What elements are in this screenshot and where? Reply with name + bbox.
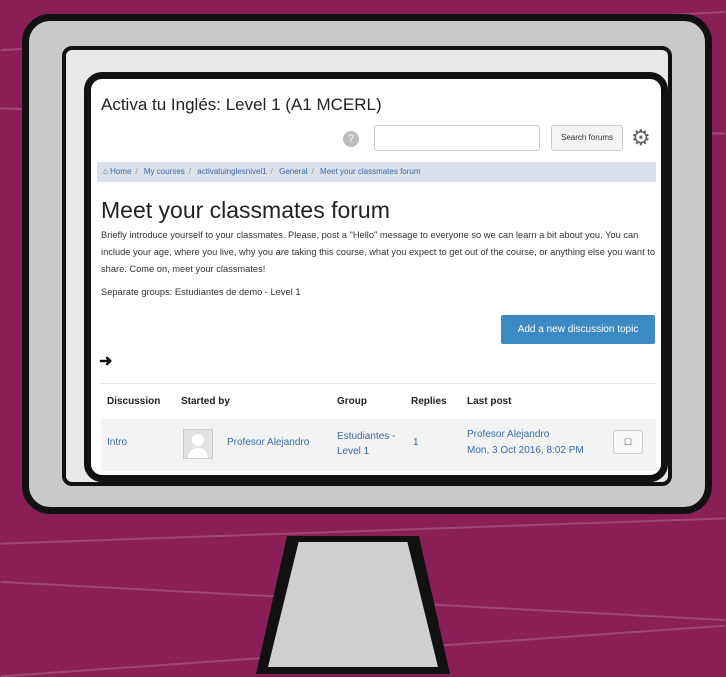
last-post-date[interactable]: Mon, 3 Oct 2016, 8:02 PM <box>467 445 584 456</box>
header-group[interactable]: Group <box>337 396 367 407</box>
header-started-by[interactable]: Started by <box>181 396 230 407</box>
breadcrumb: ⌂ Home / My courses / activatuinglesnivel1… <box>97 162 656 182</box>
breadcrumb-my-courses[interactable]: My courses <box>144 167 185 176</box>
breadcrumb-course[interactable]: activatuinglesnivel1 <box>197 167 266 176</box>
page-title: Meet your classmates forum <box>101 197 390 223</box>
avatar[interactable] <box>183 429 213 459</box>
header-discussion[interactable]: Discussion <box>107 396 160 407</box>
last-post-author[interactable]: Profesor Alejandro <box>467 429 549 440</box>
forum-intro: Briefly introduce yourself to your class… <box>101 230 656 274</box>
arrow-right-icon[interactable]: ➜ <box>99 351 112 371</box>
discussion-link[interactable]: Intro <box>107 437 127 448</box>
add-discussion-button[interactable]: Add a new discussion topic <box>501 315 655 344</box>
help-icon[interactable]: ? <box>343 131 359 147</box>
home-icon: ⌂ <box>103 167 108 176</box>
group-link[interactable]: Estudiantes - Level 1 <box>337 429 401 459</box>
search-input[interactable] <box>374 125 540 151</box>
breadcrumb-forum[interactable]: Meet your classmates forum <box>320 167 420 176</box>
breadcrumb-home[interactable]: Home <box>110 167 131 176</box>
breadcrumb-section[interactable]: General <box>279 167 307 176</box>
search-forums-button[interactable]: Search forums <box>551 125 623 151</box>
replies-count[interactable]: 1 <box>413 437 419 448</box>
table-header: Discussion Started by Group Replies Last… <box>101 383 656 421</box>
subscribe-toggle-icon[interactable]: ☐ <box>613 430 643 454</box>
browser-screen: Activa tu Inglés: Level 1 (A1 MCERL) ? S… <box>84 72 668 482</box>
gear-icon[interactable]: ⚙ <box>631 125 651 151</box>
header-replies[interactable]: Replies <box>411 396 447 407</box>
site-title[interactable]: Activa tu Inglés: Level 1 (A1 MCERL) <box>101 95 382 115</box>
header-last-post[interactable]: Last post <box>467 396 511 407</box>
started-by-link[interactable]: Profesor Alejandro <box>227 437 309 448</box>
group-selector[interactable]: Separate groups: Estudiantes de demo - L… <box>101 287 301 297</box>
table-row: Intro Profesor Alejandro Estudiantes - L… <box>101 419 656 471</box>
